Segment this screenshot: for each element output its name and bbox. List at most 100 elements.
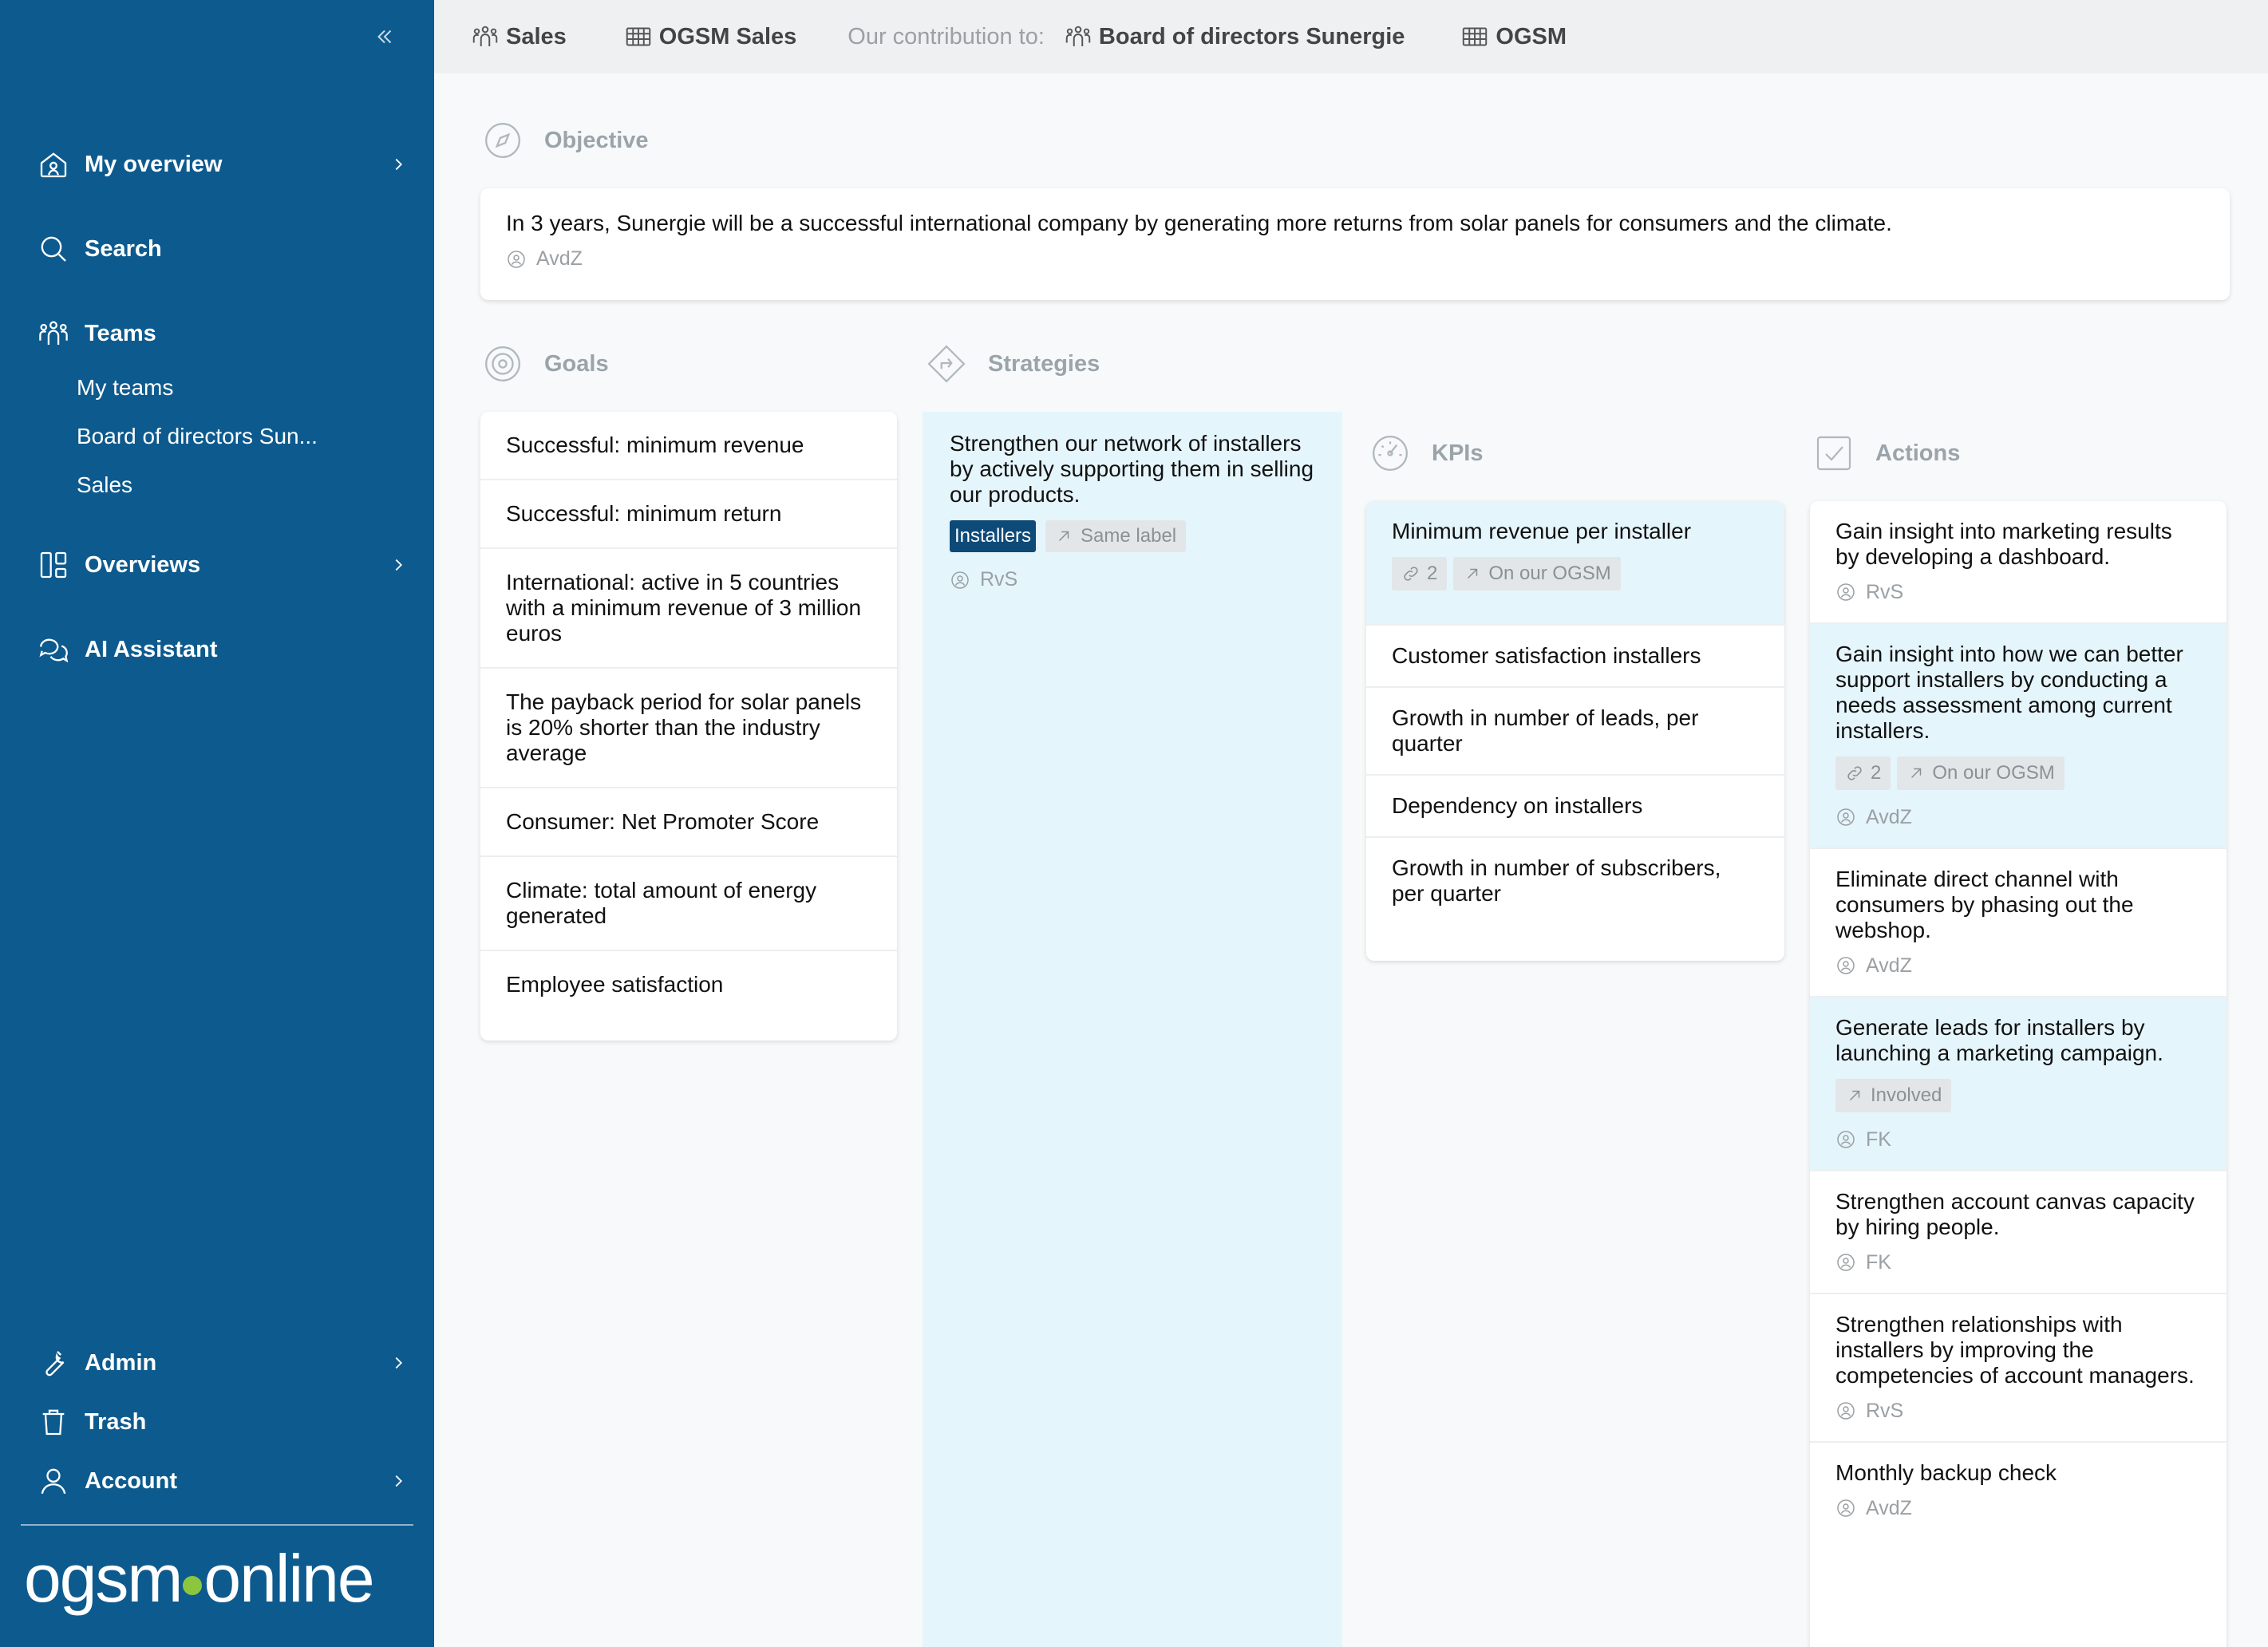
- search-icon: [35, 231, 72, 267]
- link-icon: [1845, 764, 1864, 783]
- links-badge[interactable]: 2: [1392, 557, 1448, 590]
- sidebar-item-board-of-directors[interactable]: Board of directors Sun...: [77, 424, 318, 449]
- table-icon: [1459, 21, 1491, 53]
- action-item[interactable]: Gain insight into marketing results by d…: [1810, 501, 2227, 624]
- kpi-item[interactable]: Minimum revenue per installer 2 On our O…: [1366, 501, 1784, 626]
- nav-teams[interactable]: Teams: [35, 310, 410, 357]
- teams-icon: [35, 315, 72, 352]
- owner-initials: RvS: [980, 568, 1018, 590]
- sidebar-item-sales[interactable]: Sales: [77, 472, 132, 498]
- objective-card[interactable]: In 3 years, Sunergie will be a successfu…: [480, 188, 2230, 300]
- nav-label: Admin: [85, 1349, 157, 1376]
- links-count: 2: [1427, 563, 1438, 584]
- contribution-label: Our contribution to:: [848, 23, 1045, 49]
- chevron-right-icon: [386, 152, 410, 176]
- kpi-item[interactable]: Growth in number of subscribers, per qua…: [1366, 838, 1784, 924]
- nav-search[interactable]: Search: [35, 225, 410, 273]
- teams-icon: [1062, 21, 1094, 53]
- crumb-label: OGSM Sales: [658, 23, 797, 49]
- section-title: Objective: [544, 127, 649, 153]
- owner-initials: AvdZ: [1866, 806, 1912, 828]
- ogsm-board: Objective In 3 years, Sunergie will be a…: [434, 73, 2268, 1647]
- nav-ai-assistant[interactable]: AI Assistant: [35, 626, 410, 673]
- crumb-label: Sales: [506, 23, 567, 49]
- nav-admin[interactable]: Admin: [35, 1339, 410, 1387]
- action-item[interactable]: Gain insight into how we can better supp…: [1810, 624, 2227, 849]
- action-item[interactable]: Generate leads for installers by launchi…: [1810, 997, 2227, 1171]
- owner-initials: FK: [1866, 1251, 1891, 1274]
- action-text: Strengthen account canvas capacity by hi…: [1835, 1189, 2195, 1239]
- owner: FK: [1835, 1127, 2201, 1152]
- kpis-header: KPIs: [1369, 432, 1483, 474]
- logo-leaf-icon: [183, 1576, 203, 1595]
- objective-text: In 3 years, Sunergie will be a successfu…: [506, 211, 1892, 235]
- owner: AvdZ: [506, 247, 2204, 271]
- action-item[interactable]: Eliminate direct channel with consumers …: [1810, 849, 2227, 997]
- action-text: Gain insight into marketing results by d…: [1835, 519, 2172, 569]
- badge-text: Involved: [1871, 1084, 1942, 1106]
- owner: RvS: [950, 568, 1315, 591]
- kpi-item[interactable]: Growth in number of leads, per quarter: [1366, 688, 1784, 776]
- owner-initials: AvdZ: [1866, 954, 1912, 977]
- crumb-team-sales[interactable]: Sales: [469, 21, 567, 53]
- actions-header: Actions: [1813, 432, 1960, 474]
- kpi-item[interactable]: Dependency on installers: [1366, 776, 1784, 838]
- user-circle-icon: [1835, 955, 1856, 976]
- action-item[interactable]: Monthly backup check AvdZ: [1810, 1443, 2227, 1538]
- sidebar-item-my-teams[interactable]: My teams: [77, 375, 173, 401]
- nav-overviews[interactable]: Overviews: [35, 541, 410, 589]
- nav-account[interactable]: Account: [35, 1457, 410, 1505]
- strategy-item[interactable]: Strengthen our network of installers by …: [923, 412, 1342, 1647]
- involved-badge[interactable]: Involved: [1835, 1079, 1952, 1112]
- tag-text: Same label: [1081, 525, 1177, 547]
- goal-item[interactable]: International: active in 5 countries wit…: [480, 549, 897, 669]
- nav-my-overview[interactable]: My overview: [35, 140, 410, 188]
- logo[interactable]: ogsm online: [24, 1540, 375, 1617]
- chevron-right-icon: [386, 1351, 410, 1375]
- collapse-sidebar-button[interactable]: [369, 21, 401, 53]
- action-item[interactable]: Strengthen relationships with installers…: [1810, 1294, 2227, 1443]
- owner-initials: FK: [1866, 1128, 1891, 1151]
- nav-trash[interactable]: Trash: [35, 1398, 410, 1446]
- ogsm-badge[interactable]: On our OGSM: [1897, 756, 2065, 790]
- kpi-item[interactable]: Customer satisfaction installers: [1366, 626, 1784, 688]
- logo-left: ogsm: [24, 1541, 183, 1616]
- strategies-header: Strategies: [926, 343, 1100, 385]
- goal-item[interactable]: Successful: minimum return: [480, 480, 897, 549]
- action-text: Generate leads for installers by launchi…: [1835, 1015, 2163, 1065]
- target-icon: [482, 343, 524, 385]
- goal-item[interactable]: Successful: minimum revenue: [480, 412, 897, 480]
- sidebar-divider: [21, 1524, 413, 1526]
- links-badge[interactable]: 2: [1835, 756, 1891, 790]
- user-circle-icon: [1835, 1400, 1856, 1421]
- owner-initials: AvdZ: [1866, 1497, 1912, 1519]
- goal-item[interactable]: Climate: total amount of energy generate…: [480, 857, 897, 951]
- trash-icon: [35, 1404, 72, 1440]
- actions-list: Gain insight into marketing results by d…: [1810, 501, 2227, 1647]
- speedometer-icon: [1369, 432, 1411, 474]
- goal-item[interactable]: Employee satisfaction: [480, 951, 897, 1018]
- objective-header: Objective: [482, 120, 649, 161]
- crumb-board-of-directors[interactable]: Board of directors Sunergie: [1062, 21, 1405, 53]
- direction-sign-icon: [926, 343, 967, 385]
- compass-icon: [482, 120, 524, 161]
- same-label-tag[interactable]: Same label: [1045, 520, 1187, 552]
- nav-label: My overview: [85, 151, 223, 177]
- action-item[interactable]: Strengthen account canvas capacity by hi…: [1810, 1171, 2227, 1294]
- kpi-list: Minimum revenue per installer 2 On our O…: [1366, 501, 1784, 961]
- action-text: Monthly backup check: [1835, 1460, 2057, 1485]
- crumb-ogsm-sales[interactable]: OGSM Sales: [622, 21, 796, 53]
- goal-item[interactable]: Consumer: Net Promoter Score: [480, 788, 897, 857]
- dashboard-icon: [35, 547, 72, 583]
- chat-bubbles-icon: [35, 631, 72, 668]
- link-icon: [1401, 564, 1420, 583]
- arrow-up-right-icon: [1463, 564, 1482, 583]
- owner-initials: AvdZ: [536, 247, 583, 270]
- strategy-text: Strengthen our network of installers by …: [950, 431, 1314, 507]
- crumb-ogsm[interactable]: OGSM: [1459, 21, 1567, 53]
- ogsm-badge[interactable]: On our OGSM: [1453, 557, 1621, 590]
- owner-initials: RvS: [1866, 581, 1904, 603]
- user-circle-icon: [506, 249, 527, 270]
- label-tag[interactable]: Installers: [950, 520, 1037, 552]
- goal-item[interactable]: The payback period for solar panels is 2…: [480, 669, 897, 788]
